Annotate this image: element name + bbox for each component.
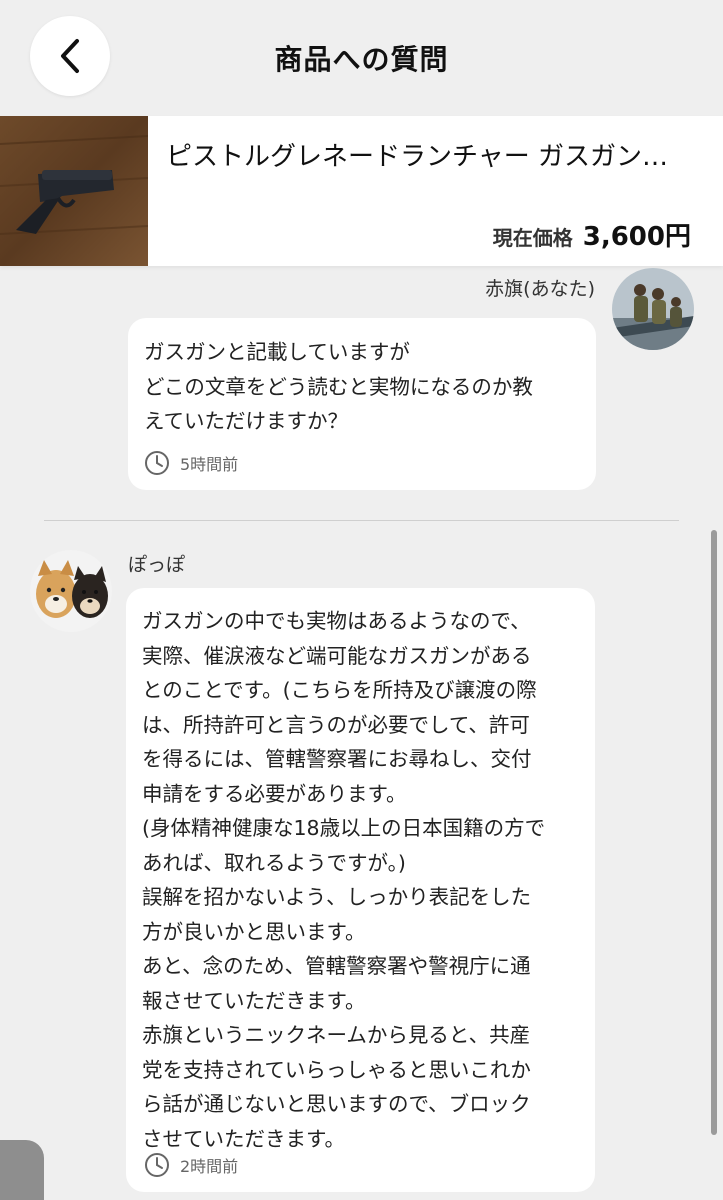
message-line: は、所持許可と言うのが必要でして、許可 — [142, 712, 530, 737]
clock-icon — [145, 1153, 169, 1177]
message-line: 実際、催涙液など端可能なガスガンがある — [142, 643, 532, 668]
message-line: どこの文章をどう読むと実物になるのか教 — [144, 374, 533, 399]
message-line: させていただきます。 — [142, 1126, 345, 1151]
message-line: を得るには、管轄警察署にお尋ねし、交付 — [142, 747, 532, 771]
message-line: ら話が通じないと思いますので、ブロック — [142, 1092, 531, 1116]
price: 現在価格 3,600円 — [493, 216, 691, 253]
timestamp: 5時間前 — [144, 450, 238, 476]
message-line: 報させていただきます。 — [142, 988, 366, 1013]
message-line: とのことです。(こちらを所持及び譲渡の際 — [142, 678, 537, 702]
message-line: えていただけますか？ — [144, 409, 348, 433]
price-label: 現在価格 — [492, 226, 573, 250]
message-line: 方が良いかと思います。 — [142, 919, 366, 944]
timestamp: 2時間前 — [144, 1152, 238, 1178]
scrollbar[interactable] — [711, 530, 717, 1135]
timestamp-text: 5時間前 — [180, 455, 239, 474]
message-line: ガスガンと記載していますが — [144, 340, 410, 364]
message-line: 党を支持されていらっしゃると思いこれか — [142, 1057, 531, 1082]
divider — [44, 520, 679, 521]
avatar[interactable] — [612, 268, 694, 350]
message-username: ぽっぽ — [128, 554, 186, 576]
message-line: (身体精神健康な18歳以上の日本国籍の方で — [142, 816, 546, 840]
timestamp-text: 2時間前 — [180, 1157, 239, 1176]
message-bubble: ガスガンの中でも実物はあるようなので、 実際、催涙液など端可能なガスガンがある … — [126, 588, 595, 1192]
message-line: 誤解を招かないよう、しっかり表記をした — [142, 885, 532, 909]
message-username: 赤旗(あなた) — [485, 278, 595, 300]
floating-tab[interactable] — [0, 1140, 44, 1200]
message-line: あと、念のため、管轄警察署や警視庁に通 — [142, 954, 531, 978]
product-image[interactable] — [0, 116, 149, 266]
message-line: ガスガンの中でも実物はあるようなので、 — [142, 609, 531, 633]
page-title: 商品への質問 — [274, 43, 449, 76]
product-name: ピストルグレネードランチャー ガスガン… — [166, 142, 669, 172]
price-value: 3,600円 — [582, 222, 691, 252]
message-line: 赤旗というニックネームから見ると、共産 — [142, 1023, 531, 1047]
message-bubble: ガスガンと記載していますが どこの文章をどう読むと実物になるのか教 えていただけ… — [128, 318, 596, 490]
message-line: 申請をする必要があります。 — [142, 781, 407, 806]
message-line: あれば、取れるようですが。) — [142, 850, 406, 875]
product-summary[interactable]: ピストルグレネードランチャー ガスガン… 現在価格 3,600円 — [0, 116, 723, 266]
clock-icon — [145, 451, 169, 475]
avatar[interactable] — [30, 550, 112, 632]
header: 商品への質問 — [0, 0, 723, 115]
